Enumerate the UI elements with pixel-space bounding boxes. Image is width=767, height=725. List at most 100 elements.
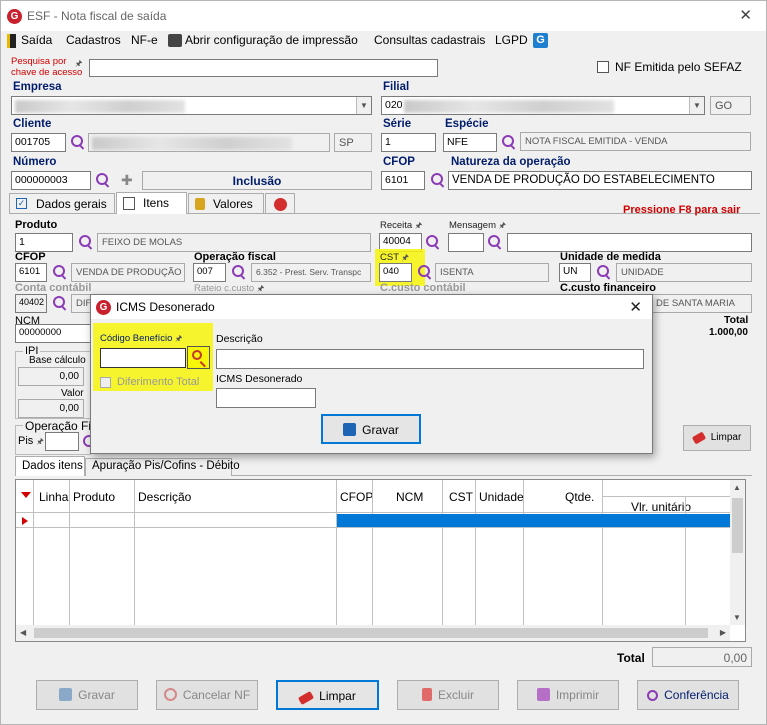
search-icon[interactable] bbox=[53, 296, 67, 310]
especie-code-input[interactable]: NFE bbox=[443, 133, 497, 152]
natureza-input[interactable]: VENDA DE PRODUÇÃO DO ESTABELECIMENTO bbox=[448, 171, 752, 190]
window-title: ESF - Nota fiscal de saída bbox=[27, 9, 167, 23]
cancelar-nf-button[interactable]: Cancelar NF bbox=[156, 680, 258, 710]
mensagem-desc-input[interactable] bbox=[507, 233, 752, 252]
produto-code-input[interactable]: 1 bbox=[15, 233, 73, 252]
empresa-select[interactable]: ▼ bbox=[11, 96, 372, 115]
footer-total-label: Total bbox=[617, 651, 645, 665]
scroll-right-icon[interactable]: ▶ bbox=[720, 628, 726, 637]
descricao-input[interactable] bbox=[216, 349, 644, 369]
limpar-item-button[interactable]: Limpar bbox=[683, 425, 751, 451]
cst-input[interactable]: 040 bbox=[379, 263, 412, 282]
col-linha[interactable]: Linha bbox=[39, 490, 68, 504]
cliente-code-input[interactable]: 001705 bbox=[11, 133, 66, 152]
serie-input[interactable]: 1 bbox=[381, 133, 436, 152]
close-icon[interactable]: ✕ bbox=[629, 298, 642, 316]
scroll-thumb[interactable] bbox=[34, 628, 708, 638]
save-icon bbox=[59, 688, 73, 701]
cst-desc: ISENTA bbox=[435, 263, 549, 282]
chevron-down-icon[interactable]: ▼ bbox=[689, 97, 704, 114]
tab-apuracao[interactable]: Apuração Pis/Cofins - Débito bbox=[85, 458, 240, 476]
button-label: Conferência bbox=[664, 688, 729, 702]
excluir-button[interactable]: Excluir bbox=[397, 680, 499, 710]
chevron-down-icon[interactable]: ▼ bbox=[356, 97, 371, 114]
add-icon[interactable]: ✚ bbox=[121, 172, 133, 189]
gravar-dialog-button[interactable]: Gravar bbox=[321, 414, 421, 444]
g-app-icon[interactable]: G bbox=[533, 33, 548, 48]
search-icon[interactable] bbox=[232, 265, 246, 279]
printer-icon bbox=[536, 688, 550, 701]
tab-label: Itens bbox=[143, 196, 170, 210]
search-icon[interactable] bbox=[488, 235, 502, 249]
col-descricao[interactable]: Descrição bbox=[138, 490, 191, 504]
serie-label: Série bbox=[383, 118, 412, 130]
menu-saida[interactable]: Saída bbox=[21, 33, 52, 47]
unidade-input[interactable]: UN bbox=[559, 263, 591, 282]
scroll-down-icon[interactable]: ▼ bbox=[733, 613, 741, 622]
search-icon[interactable] bbox=[502, 135, 516, 149]
search-icon[interactable] bbox=[426, 235, 440, 249]
tab-itens[interactable]: Itens bbox=[116, 192, 187, 214]
search-icon[interactable] bbox=[431, 173, 445, 187]
cfop-item-label: CFOP bbox=[15, 251, 46, 263]
total-label: Total bbox=[724, 314, 749, 326]
col-unidade[interactable]: Unidade bbox=[479, 490, 524, 504]
items-grid[interactable]: Linha Produto Descrição CFOP NCM CST Uni… bbox=[15, 479, 746, 642]
col-vlr-unitario[interactable]: Vlr. unitário bbox=[631, 500, 691, 514]
operacao-input[interactable]: 007 bbox=[193, 263, 226, 282]
search-icon[interactable] bbox=[597, 265, 611, 279]
tab-extra[interactable] bbox=[265, 193, 295, 213]
col-qtde[interactable]: Qtde. bbox=[565, 490, 594, 504]
icms-desonerado-input[interactable] bbox=[216, 388, 316, 408]
close-icon[interactable]: ✕ bbox=[739, 6, 752, 24]
menu-cadastros[interactable]: Cadastros bbox=[66, 33, 121, 47]
receita-label: Receita 🖈 bbox=[380, 220, 423, 231]
search-icon[interactable] bbox=[79, 235, 93, 249]
trash-icon bbox=[421, 688, 432, 701]
cfop-item-input[interactable]: 6101 bbox=[15, 263, 47, 282]
pis-input[interactable] bbox=[45, 432, 79, 451]
limpar-button[interactable]: Limpar bbox=[276, 680, 379, 710]
scroll-thumb[interactable] bbox=[732, 498, 743, 553]
search-icon[interactable] bbox=[71, 135, 85, 149]
numero-input[interactable]: 000000003 bbox=[11, 171, 91, 190]
search-icon[interactable] bbox=[53, 265, 67, 279]
sort-arrow-icon[interactable] bbox=[21, 492, 31, 498]
tab-dados-itens[interactable]: Dados itens bbox=[15, 456, 85, 476]
conta-input[interactable]: 40402 bbox=[15, 294, 47, 313]
imprimir-button[interactable]: Imprimir bbox=[517, 680, 619, 710]
col-ncm[interactable]: NCM bbox=[396, 490, 423, 504]
cfop-input[interactable]: 6101 bbox=[381, 171, 425, 190]
ncm-input[interactable]: 00000000 bbox=[15, 324, 91, 343]
descricao-label: Descrição bbox=[216, 333, 263, 345]
filial-select[interactable]: 020 ▼ bbox=[381, 96, 705, 115]
gravar-button[interactable]: Gravar bbox=[36, 680, 138, 710]
mensagem-code-input[interactable] bbox=[448, 233, 484, 252]
menu-lgpd[interactable]: LGPD bbox=[495, 33, 528, 47]
col-divider bbox=[134, 480, 135, 625]
diferimento-checkbox[interactable] bbox=[100, 377, 111, 388]
conferencia-button[interactable]: Conferência bbox=[637, 680, 739, 710]
col-cfop[interactable]: CFOP bbox=[340, 490, 373, 504]
codigo-beneficio-input[interactable] bbox=[100, 348, 186, 368]
nf-sefaz-checkbox[interactable] bbox=[597, 61, 609, 73]
menu-consultas[interactable]: Consultas cadastrais bbox=[374, 33, 485, 47]
menu-config-impressao[interactable]: Abrir configuração de impressão bbox=[185, 33, 358, 47]
coins-icon bbox=[195, 198, 205, 210]
col-produto[interactable]: Produto bbox=[73, 490, 115, 504]
codigo-search-button[interactable] bbox=[187, 346, 210, 369]
horizontal-scrollbar[interactable]: ◀ ▶ bbox=[16, 625, 730, 641]
scroll-up-icon[interactable]: ▲ bbox=[733, 483, 741, 492]
vertical-scrollbar[interactable]: ▲ ▼ bbox=[730, 480, 745, 625]
scroll-left-icon[interactable]: ◀ bbox=[20, 628, 26, 637]
row-pointer-icon bbox=[22, 517, 28, 525]
menu-nfe[interactable]: NF-e bbox=[131, 33, 158, 47]
col-cst[interactable]: CST bbox=[449, 490, 473, 504]
filial-uf: GO bbox=[710, 96, 751, 115]
tab-dados-gerais[interactable]: ✓ Dados gerais bbox=[9, 193, 115, 213]
tab-valores[interactable]: Valores bbox=[188, 193, 264, 213]
search-icon[interactable] bbox=[418, 265, 432, 279]
search-input[interactable] bbox=[89, 59, 438, 77]
search-icon[interactable] bbox=[96, 173, 110, 187]
table-row[interactable] bbox=[16, 514, 730, 528]
